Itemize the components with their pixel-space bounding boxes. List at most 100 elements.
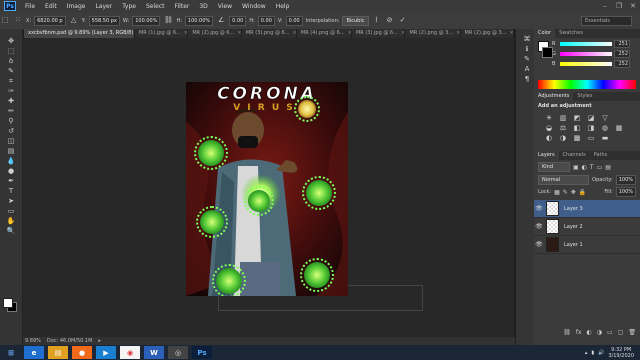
menu-type[interactable]: Type	[117, 3, 141, 10]
document-canvas[interactable]: CORONA V I R U S	[186, 82, 348, 296]
minimize-icon[interactable]: –	[598, 2, 612, 10]
path-select-icon[interactable]: ➤	[3, 197, 19, 206]
tab-styles[interactable]: Styles	[573, 92, 596, 101]
hand-icon[interactable]: ✋	[3, 217, 19, 226]
blue-slider[interactable]	[560, 62, 612, 66]
green-value[interactable]: 252	[614, 50, 630, 58]
menu-select[interactable]: Select	[141, 3, 170, 10]
adjustment-icon[interactable]: ◑	[558, 134, 568, 142]
layer-name[interactable]: Layer 2	[564, 224, 583, 230]
layers-footer-icon[interactable]: ◑	[597, 329, 602, 339]
pen-icon[interactable]: ✒	[3, 177, 19, 186]
transform-tool-icon[interactable]: ⬚	[0, 16, 10, 25]
lock-all-icon[interactable]: 🔒	[579, 189, 586, 196]
word-icon[interactable]: W	[144, 346, 164, 359]
adjustment-icon[interactable]: ◒	[544, 124, 554, 132]
menu-edit[interactable]: Edit	[40, 3, 62, 10]
red-value[interactable]: 251	[614, 40, 630, 48]
gradient-icon[interactable]: ▤	[3, 147, 19, 156]
adjustment-icon[interactable]: ☀	[544, 114, 554, 122]
cancel-transform-icon[interactable]: ⊘	[385, 16, 395, 25]
layer-name[interactable]: Layer 1	[564, 242, 583, 248]
layer-row[interactable]: 👁 Layer 3	[534, 200, 640, 218]
volume-icon[interactable]: 🔊	[598, 350, 604, 356]
move-icon[interactable]: ✥	[3, 37, 19, 46]
document-tab[interactable]: MR (2).jpg @ 3... ×	[461, 29, 514, 38]
menu-help[interactable]: Help	[271, 3, 295, 10]
color-spectrum[interactable]	[538, 80, 636, 89]
link-icon[interactable]: ⛓	[163, 16, 173, 25]
blur-icon[interactable]: 💧	[3, 157, 19, 166]
blend-mode-select[interactable]: Normal	[538, 175, 590, 185]
interpolation-select[interactable]: Bicubic	[342, 15, 369, 26]
quick-select-icon[interactable]: ✎	[3, 67, 19, 76]
paragraph-panel-icon[interactable]: ¶	[519, 75, 535, 84]
filter-type-icon[interactable]: T	[590, 164, 594, 171]
layers-footer-icon[interactable]: ▢	[618, 329, 624, 339]
y-field[interactable]: 558.50 px	[88, 15, 120, 26]
lock-position-icon[interactable]: ✥	[571, 189, 576, 196]
tab-channels[interactable]: Channels	[559, 151, 590, 160]
chrome-icon[interactable]: ◉	[120, 346, 140, 359]
menu-window[interactable]: Window	[237, 3, 271, 10]
clone-stamp-icon[interactable]: ⚲	[3, 117, 19, 126]
menu-view[interactable]: View	[213, 3, 237, 10]
history-brush-icon[interactable]: ↺	[3, 127, 19, 136]
character-panel-icon[interactable]: A	[519, 65, 535, 74]
visibility-eye-icon[interactable]: 👁	[534, 241, 544, 248]
explorer-icon[interactable]: ▤	[48, 346, 68, 359]
lasso-icon[interactable]: ꝺ	[3, 57, 19, 66]
green-slider[interactable]	[560, 52, 612, 56]
visibility-eye-icon[interactable]: 👁	[534, 205, 544, 212]
tab-color[interactable]: Color	[534, 29, 556, 38]
layers-footer-icon[interactable]: 🗑	[628, 329, 636, 339]
menu-file[interactable]: File	[20, 3, 40, 10]
firefox-icon[interactable]: ●	[72, 346, 92, 359]
close-icon[interactable]: ✕	[626, 2, 640, 10]
dodge-icon[interactable]: ●	[3, 167, 19, 176]
eyedropper-icon[interactable]: ✑	[3, 87, 19, 96]
layers-footer-icon[interactable]: ▭	[607, 329, 613, 339]
adjustment-icon[interactable]: ◩	[572, 114, 582, 122]
network-icon[interactable]: ▮	[591, 350, 594, 356]
adjustment-icon[interactable]: ▬	[600, 134, 610, 142]
layer-kind-select[interactable]: Kind	[538, 162, 570, 172]
filter-shape-icon[interactable]: ▭	[597, 164, 603, 171]
marquee-icon[interactable]: ⬚	[3, 47, 19, 56]
layer-row[interactable]: 👁 Layer 1	[534, 236, 640, 254]
type-icon[interactable]: T	[3, 187, 19, 196]
v-skew-field[interactable]: 0.00	[285, 15, 303, 26]
restore-icon[interactable]: ❐	[612, 2, 626, 10]
workspace-select[interactable]: Essentials	[581, 15, 632, 26]
document-tab[interactable]: MR (4).png @ 6... ×	[297, 29, 352, 38]
camera-icon[interactable]: ◎	[168, 346, 188, 359]
menu-filter[interactable]: Filter	[170, 3, 195, 10]
filter-adjust-icon[interactable]: ◐	[582, 164, 587, 171]
visibility-eye-icon[interactable]: 👁	[534, 223, 544, 230]
adjustment-icon[interactable]: ▦	[614, 124, 624, 132]
x-field[interactable]: 6820.00 p	[34, 15, 66, 26]
adjustment-icon[interactable]: ▩	[572, 134, 582, 142]
menu-image[interactable]: Image	[62, 3, 91, 10]
document-tab[interactable]: MR (2).jpg @ 6... ×	[188, 29, 242, 38]
ie-icon[interactable]: e	[24, 346, 44, 359]
commit-transform-icon[interactable]: ✓	[398, 16, 408, 25]
adjustment-icon[interactable]: ◧	[572, 124, 582, 132]
filter-pixel-icon[interactable]: ▣	[573, 164, 579, 171]
h-skew-field[interactable]: 0.00	[257, 15, 275, 26]
brush-panel-icon[interactable]: ✎	[519, 55, 535, 64]
layers-footer-icon[interactable]: ⛓	[563, 329, 571, 339]
shape-icon[interactable]: ▭	[3, 207, 19, 216]
adjustment-icon[interactable]: ◨	[586, 124, 596, 132]
menu-3d[interactable]: 3D	[194, 3, 212, 10]
color-bg-chip[interactable]	[542, 47, 553, 58]
angle-field[interactable]: 0.00	[229, 15, 247, 26]
opacity-field[interactable]: 100%	[615, 175, 636, 185]
adjustment-icon[interactable]: ▽	[600, 114, 610, 122]
reference-point-icon[interactable]: ⁙	[13, 16, 23, 25]
crop-icon[interactable]: ⌗	[3, 77, 19, 86]
adjustment-icon[interactable]	[614, 134, 624, 142]
photoshop-icon[interactable]: Ps	[192, 346, 212, 359]
blue-value[interactable]: 252	[614, 60, 630, 68]
document-tab[interactable]: xxcbvfbnm.psd @ 9.89% (Layer 3, RGB/8)×	[24, 29, 135, 38]
